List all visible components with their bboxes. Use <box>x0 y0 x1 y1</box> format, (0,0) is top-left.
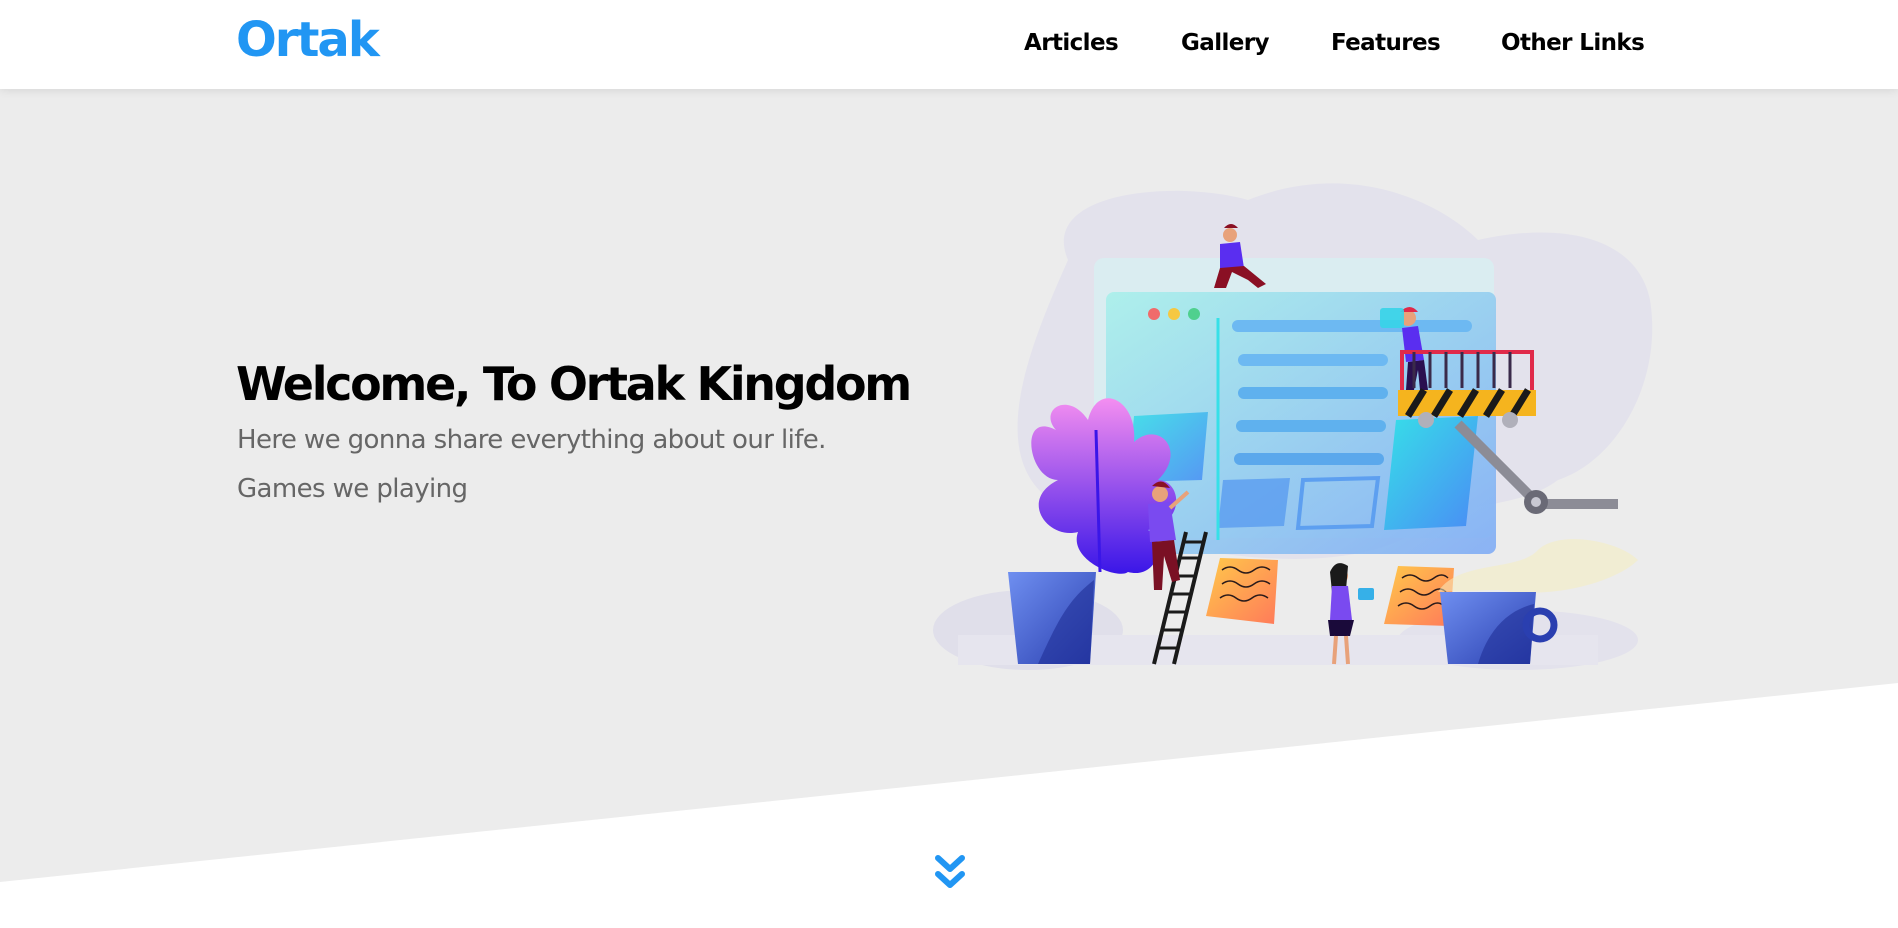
nav-link-other-links[interactable]: Other Links <box>1501 30 1645 56</box>
website-building-illustration <box>933 183 1653 670</box>
site-header: Ortak Articles Gallery Features Other Li… <box>0 0 1898 89</box>
hero-title: Welcome, To Ortak Kingdom <box>236 357 912 411</box>
sticky-notes <box>1206 558 1454 626</box>
nav-link-articles[interactable]: Articles <box>1024 30 1119 56</box>
double-chevron-down-icon[interactable] <box>935 855 965 893</box>
hero-subtitle-secondary: Games we playing <box>237 474 468 504</box>
nav-link-gallery[interactable]: Gallery <box>1181 30 1270 56</box>
hero-subtitle: Here we gonna share everything about our… <box>237 425 826 455</box>
site-logo[interactable]: Ortak <box>236 12 380 68</box>
nav-link-features[interactable]: Features <box>1331 30 1441 56</box>
